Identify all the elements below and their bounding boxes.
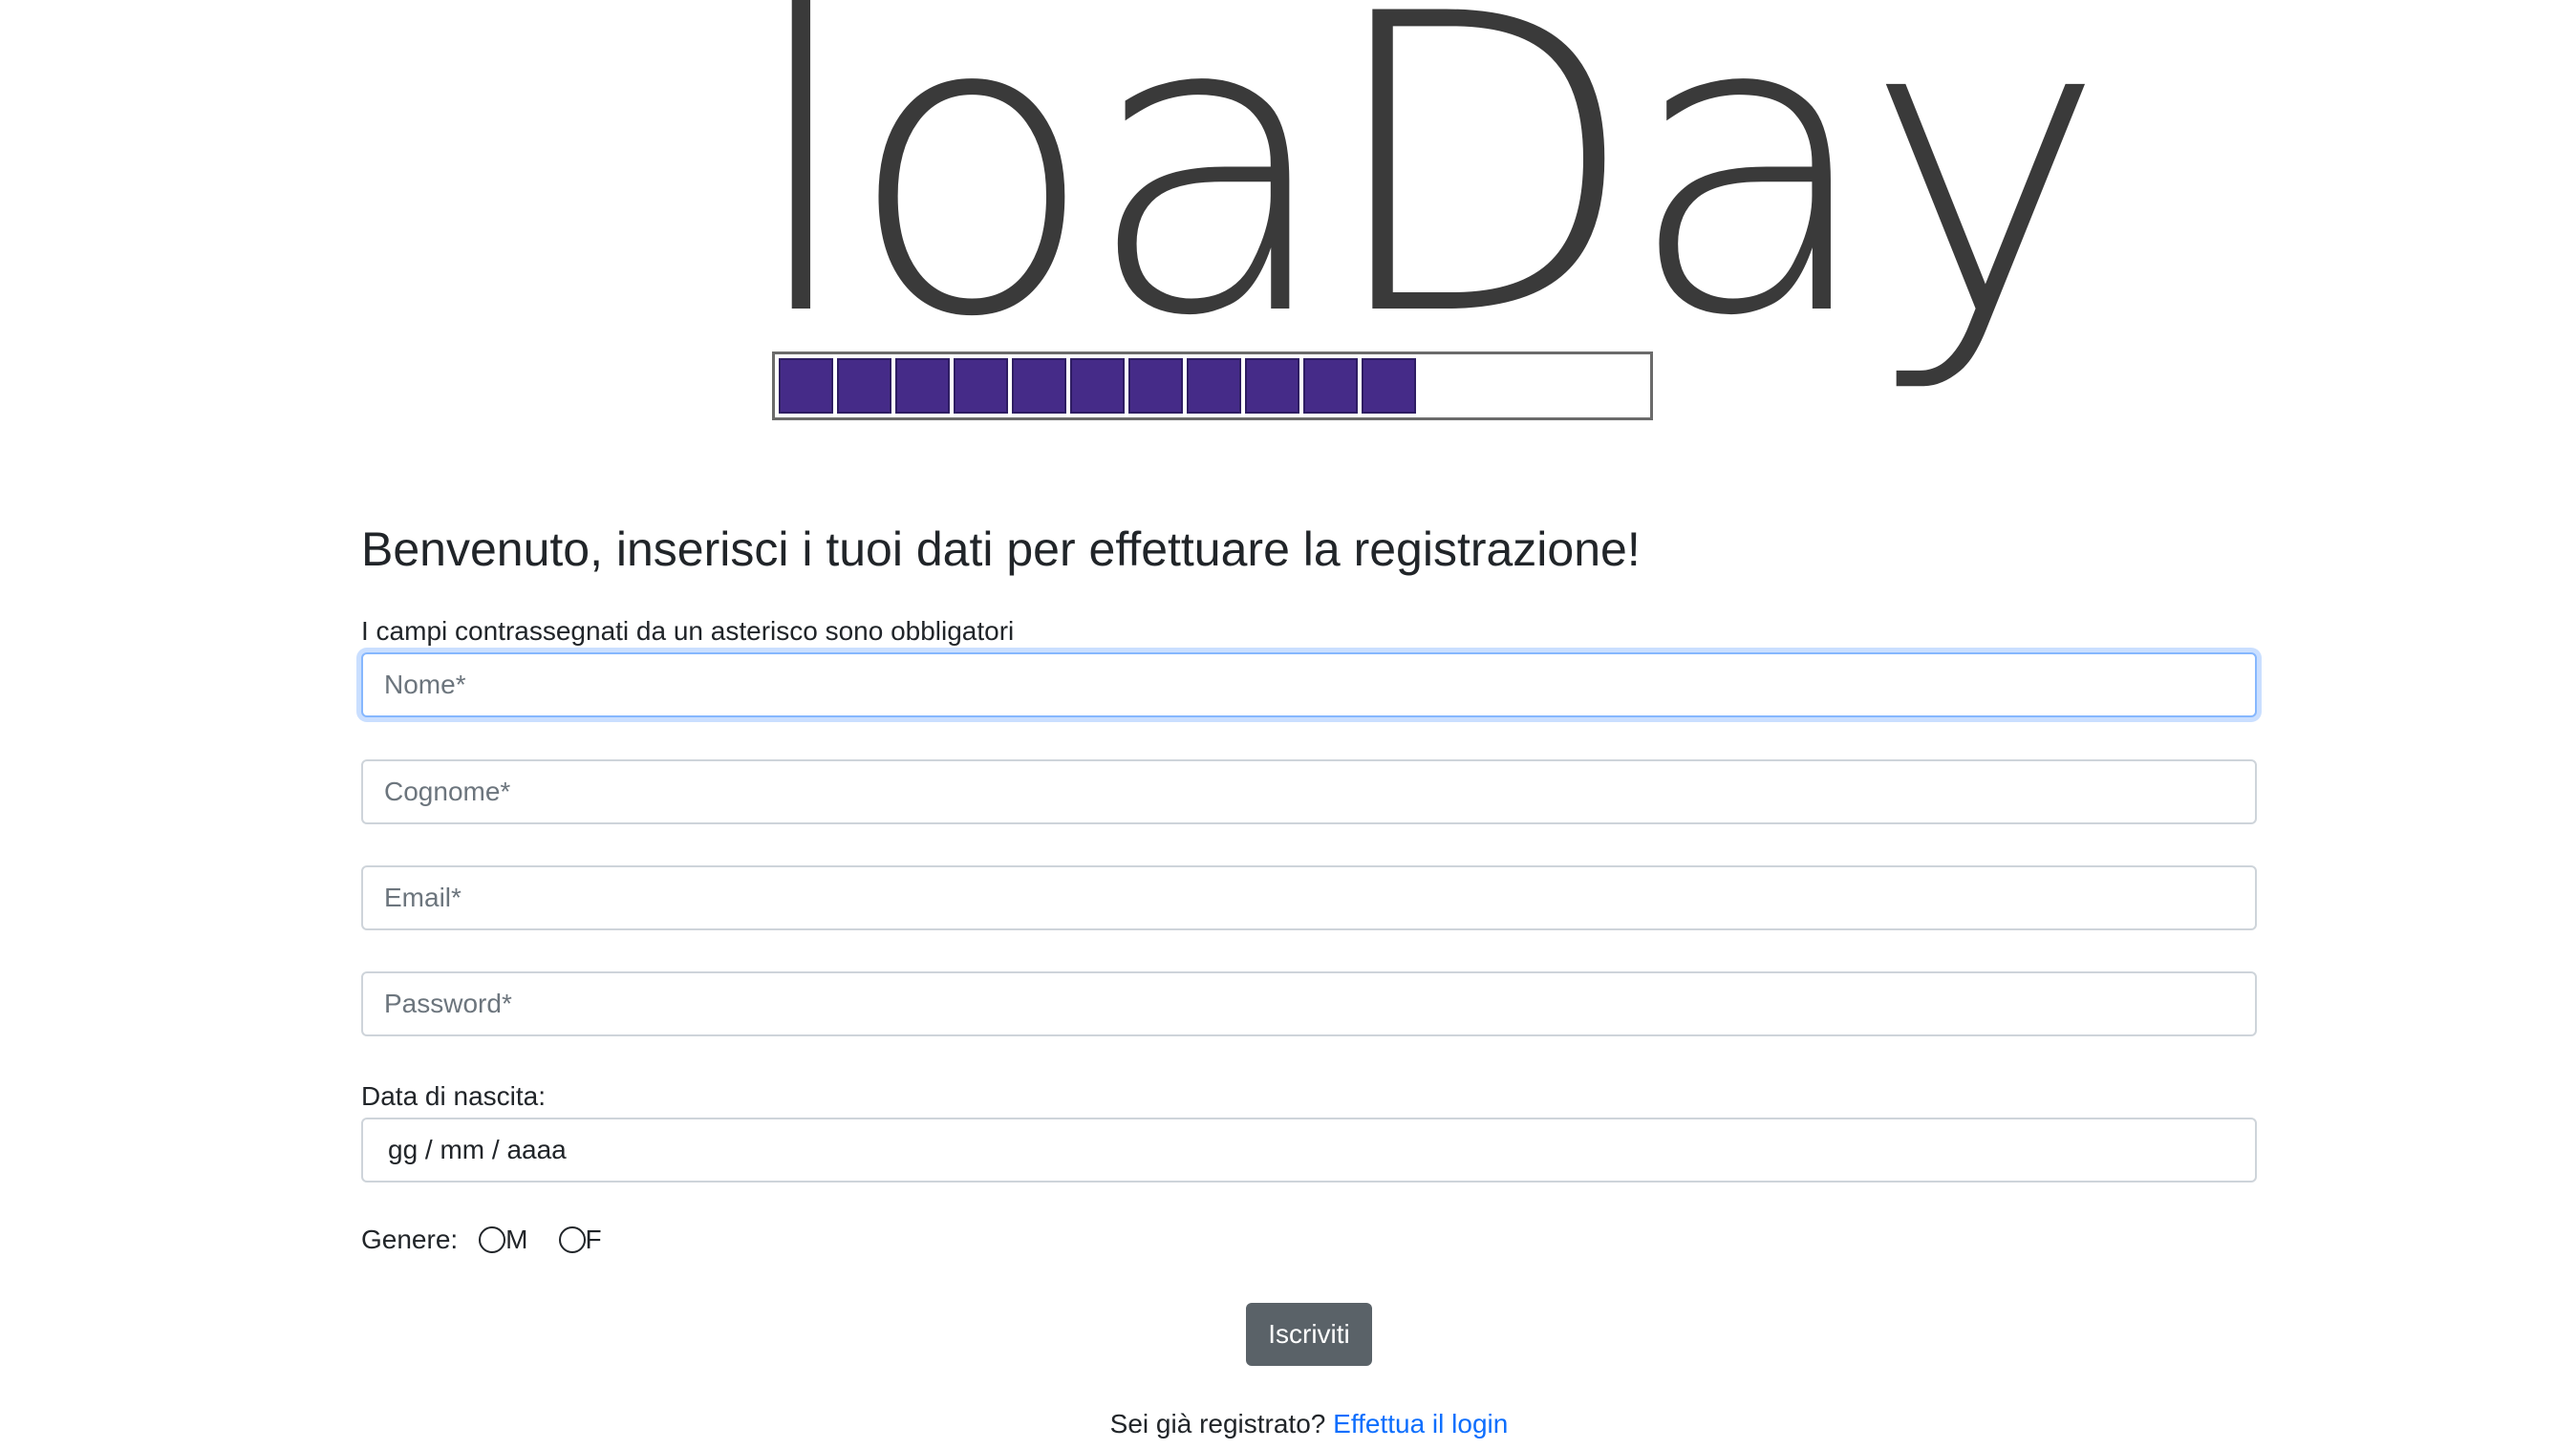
progress-block (1187, 358, 1241, 414)
registration-form: Benvenuto, inserisci i tuoi dati per eff… (361, 516, 2257, 1438)
progress-block (1303, 358, 1358, 414)
progress-block (837, 358, 891, 414)
progress-block (779, 358, 833, 414)
logo-wordmark: loaDay (745, 0, 2107, 406)
submit-button[interactable]: Iscriviti (1246, 1303, 1372, 1366)
password-input[interactable] (361, 971, 2257, 1036)
login-prompt-text: Sei già registrato? (1109, 1409, 1326, 1438)
progress-block (1362, 358, 1416, 414)
gender-f-label: F (585, 1225, 602, 1254)
progress-block (895, 358, 950, 414)
gender-f-radio[interactable] (558, 1226, 586, 1253)
gender-label: Genere: (361, 1225, 459, 1254)
gender-m-radio[interactable] (479, 1226, 506, 1253)
login-prompt: Sei già registrato? Effettua il login (361, 1409, 2257, 1439)
loaday-logo: loaDay (745, 0, 2107, 439)
progress-block (1012, 358, 1066, 414)
birthdate-label: Data di nascita: (361, 1081, 546, 1111)
progress-block (954, 358, 1008, 414)
login-link[interactable]: Effettua il login (1333, 1409, 1508, 1438)
birthdate-input[interactable]: gg / mm / aaaa (361, 1118, 2257, 1183)
progress-block (1070, 358, 1125, 414)
gender-m-label: M (505, 1225, 528, 1254)
gender-group: Genere: M F (361, 1225, 602, 1255)
email-input[interactable] (361, 865, 2257, 930)
required-fields-note: I campi contrassegnati da un asterisco s… (361, 616, 1015, 646)
last-name-input[interactable] (361, 759, 2257, 824)
logo-progress-bar (772, 352, 1653, 420)
registration-page: loaDay Benvenuto, inserisci i tuoi dati … (0, 0, 2576, 1449)
birthdate-placeholder: gg / mm / aaaa (388, 1135, 567, 1164)
page-title: Benvenuto, inserisci i tuoi dati per eff… (361, 522, 1641, 576)
gender-option-f[interactable]: F (558, 1225, 602, 1255)
progress-block (1245, 358, 1299, 414)
first-name-input[interactable] (361, 652, 2257, 717)
gender-option-m[interactable]: M (479, 1225, 528, 1255)
progress-block (1128, 358, 1183, 414)
